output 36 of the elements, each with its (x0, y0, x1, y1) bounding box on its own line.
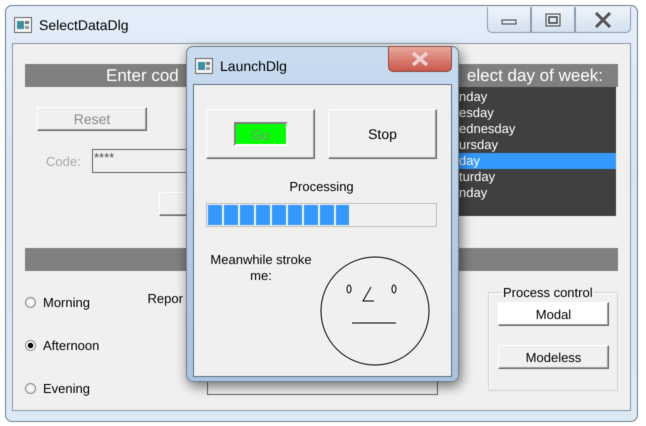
radio-label: Evening (43, 381, 90, 396)
close-icon (593, 12, 613, 28)
report-label: Repor (147, 291, 184, 306)
period-radio[interactable]: Evening (25, 380, 144, 397)
header-text: elect day of week: (466, 66, 603, 86)
stop-button[interactable]: Stop (328, 109, 437, 159)
radio-icon[interactable] (25, 297, 36, 308)
period-radio[interactable]: Afternoon (25, 337, 144, 354)
radio-icon[interactable] (25, 383, 36, 394)
period-radio[interactable]: Morning (25, 294, 144, 311)
day-item[interactable]: nday (458, 185, 616, 201)
radio-label: Afternoon (43, 338, 100, 353)
status-text: Processing (288, 179, 355, 194)
day-item[interactable]: ursday (458, 137, 616, 153)
group-title: Process control (502, 285, 594, 300)
radio-icon[interactable] (25, 340, 36, 351)
process-button[interactable]: Modal (498, 302, 609, 326)
close-icon (409, 52, 431, 66)
minimize-button[interactable] (487, 7, 531, 33)
window-title: SelectDataDlg (39, 16, 128, 32)
header-text: Enter cod (106, 66, 179, 86)
prompt-text: Meanwhile stroke me: (209, 252, 313, 285)
day-item[interactable]: nday (458, 89, 616, 105)
maximize-icon (545, 12, 561, 26)
day-item[interactable]: ednesday (458, 121, 616, 137)
day-item[interactable]: esday (458, 105, 616, 121)
app-icon (195, 58, 213, 74)
day-item[interactable]: turday (458, 169, 616, 185)
app-icon (14, 16, 32, 32)
process-button[interactable]: Modeless (498, 345, 609, 369)
close-button[interactable] (575, 7, 631, 33)
maximize-button[interactable] (531, 7, 575, 33)
radio-label: Morning (43, 295, 90, 310)
dialog-title: LaunchDlg (220, 58, 287, 74)
close-button[interactable] (388, 46, 452, 72)
code-label: Code: (46, 154, 82, 168)
